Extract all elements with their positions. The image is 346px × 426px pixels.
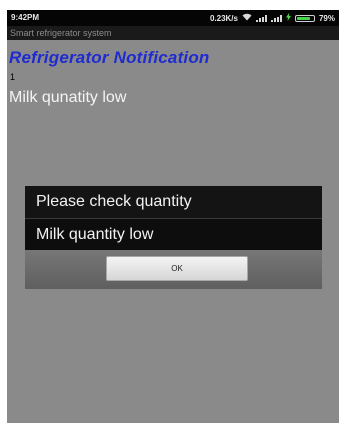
status-indicators: 0.23K/s 79%: [210, 13, 335, 23]
app-title-bar: Smart refrigerator system: [7, 26, 339, 40]
app-title: Smart refrigerator system: [10, 28, 112, 38]
notification-count: 1: [10, 72, 16, 82]
status-bar: 9:42PM 0.23K/s 79%: [7, 10, 339, 26]
wifi-icon: [242, 13, 252, 23]
battery-percent: 79%: [318, 13, 335, 23]
ok-button[interactable]: OK: [106, 256, 248, 281]
battery-icon: [294, 14, 315, 22]
main-content: Refrigerator Notification 1 Milk qunatit…: [7, 40, 339, 423]
signal-icon: [270, 14, 282, 22]
battery-level-fill: [296, 16, 310, 20]
notification-message: Milk qunatity low: [9, 89, 127, 106]
phone-screen: 9:42PM 0.23K/s 79% Smart refrigerator sy…: [7, 10, 339, 423]
dialog-title: Please check quantity: [25, 186, 322, 218]
charging-icon: [285, 13, 291, 23]
network-speed: 0.23K/s: [209, 13, 238, 23]
dialog-message: Milk quantity low: [36, 226, 154, 243]
status-time: 9:42PM: [11, 13, 40, 22]
signal-icon: [255, 14, 267, 22]
alert-dialog: Please check quantity Milk quantity low …: [25, 186, 322, 289]
dialog-button-bar: OK: [25, 250, 322, 289]
page-title: Refrigerator Notification: [9, 48, 210, 67]
